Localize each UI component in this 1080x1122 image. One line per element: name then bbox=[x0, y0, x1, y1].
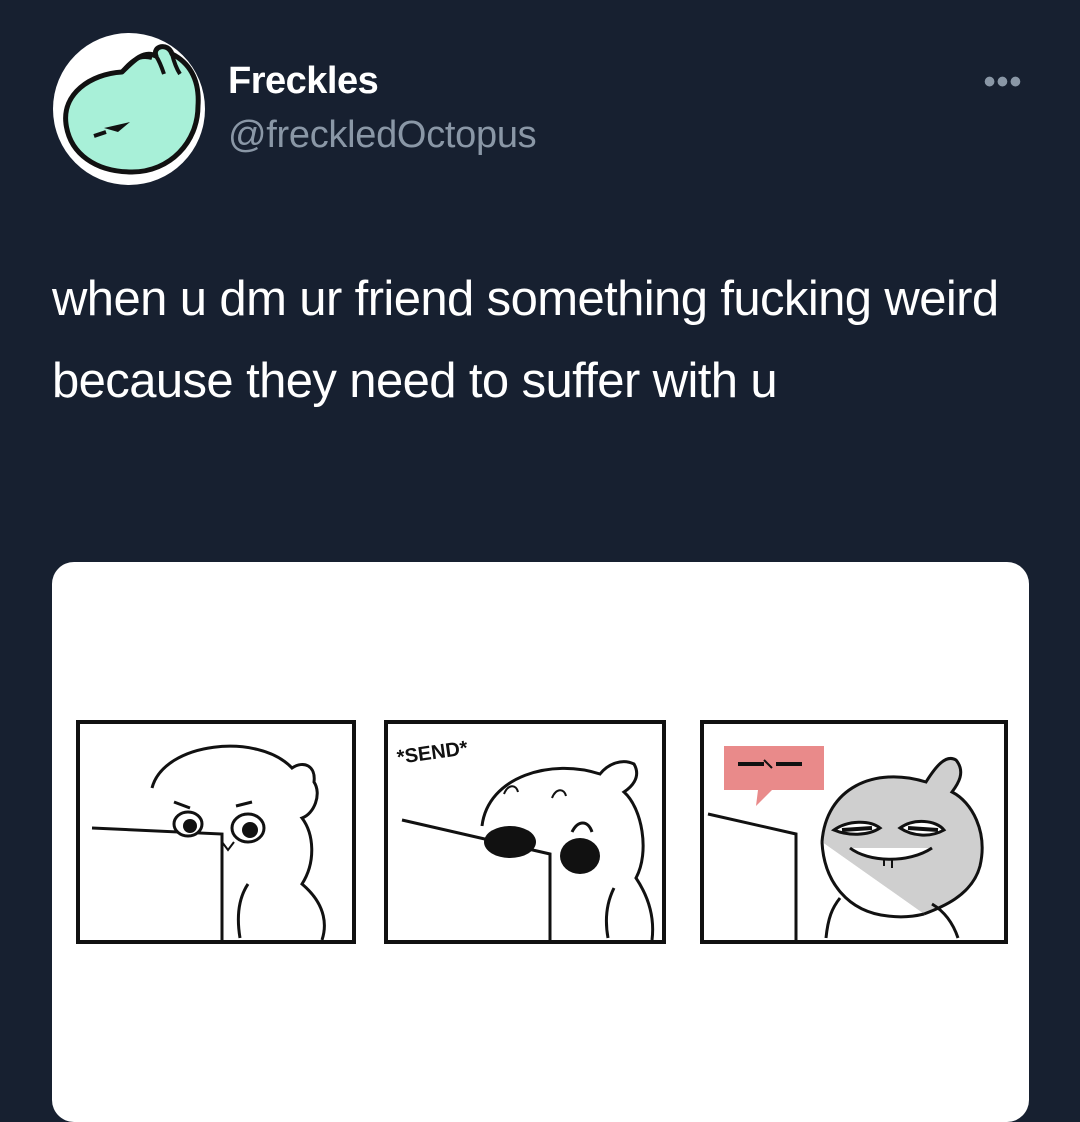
avatar[interactable] bbox=[52, 32, 206, 186]
tweet-text: when u dm ur friend something fucking we… bbox=[52, 272, 999, 408]
comic-panel-2: *SEND* bbox=[384, 720, 666, 944]
comic-panel-1 bbox=[76, 720, 356, 944]
tweet-media[interactable]: *SEND* bbox=[52, 562, 1029, 1122]
more-options-button[interactable]: ••• bbox=[978, 62, 1028, 102]
user-handle[interactable]: @freckledOctopus bbox=[228, 114, 537, 157]
more-horizontal-icon: ••• bbox=[983, 63, 1023, 101]
comic-image: *SEND* bbox=[76, 720, 1008, 944]
display-name[interactable]: Freckles bbox=[228, 60, 379, 103]
comic-panel-3 bbox=[700, 720, 1008, 944]
